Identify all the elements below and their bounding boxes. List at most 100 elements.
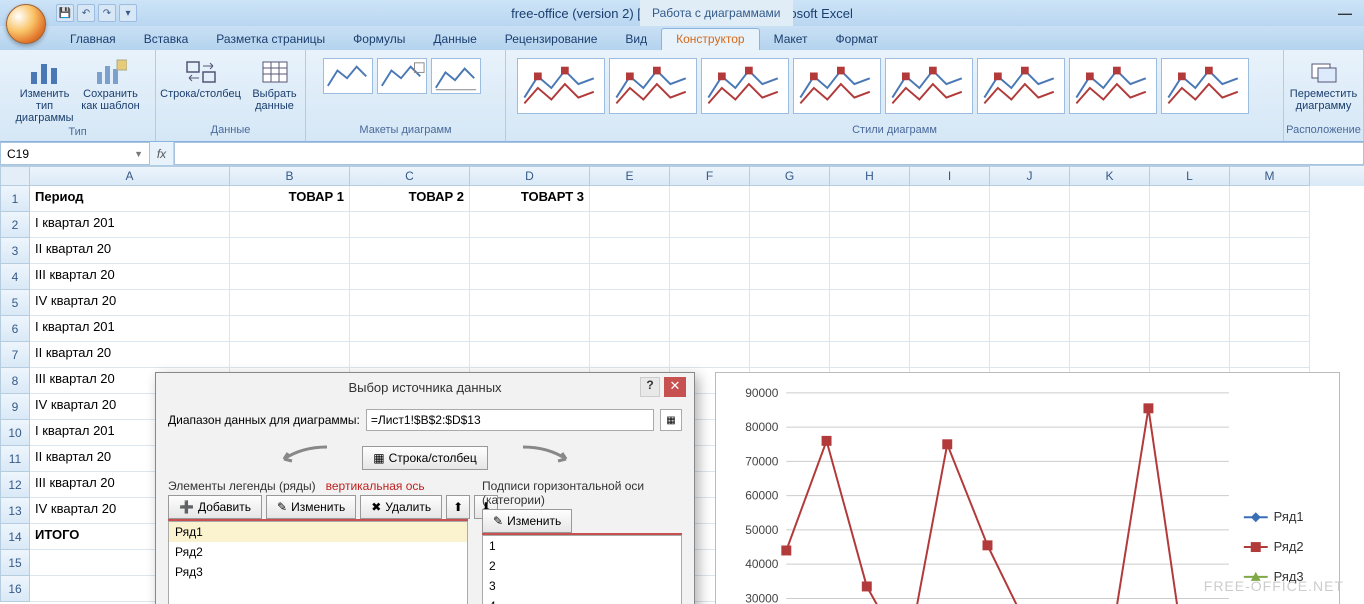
tab-вид[interactable]: Вид: [611, 29, 661, 50]
cell[interactable]: [1150, 342, 1230, 368]
edit-categories-button[interactable]: ✎Изменить: [482, 509, 572, 533]
cell[interactable]: [470, 264, 590, 290]
column-header[interactable]: G: [750, 166, 830, 186]
row-header[interactable]: 2: [0, 212, 30, 238]
categories-listbox[interactable]: 12345: [482, 535, 682, 604]
cell[interactable]: [1070, 316, 1150, 342]
cell[interactable]: [1070, 212, 1150, 238]
cell[interactable]: [1150, 290, 1230, 316]
move-chart-button[interactable]: Переместить диаграмму: [1289, 56, 1359, 112]
cell[interactable]: [670, 316, 750, 342]
cell[interactable]: [470, 316, 590, 342]
cell[interactable]: [230, 290, 350, 316]
list-item[interactable]: Ряд3: [169, 562, 467, 582]
cell[interactable]: [1070, 186, 1150, 212]
cell[interactable]: [590, 212, 670, 238]
cell[interactable]: [990, 316, 1070, 342]
column-header[interactable]: H: [830, 166, 910, 186]
cell[interactable]: ТОВАРТ 3: [470, 186, 590, 212]
cell[interactable]: [470, 342, 590, 368]
qat-save-icon[interactable]: 💾: [56, 4, 74, 22]
list-item[interactable]: 2: [483, 556, 681, 576]
layout-thumb[interactable]: [323, 58, 373, 94]
chart-data-range-input[interactable]: [366, 409, 654, 431]
cell[interactable]: II квартал 20: [30, 342, 230, 368]
change-chart-type-button[interactable]: Изменить тип диаграммы: [14, 56, 76, 124]
name-box[interactable]: C19▼: [0, 142, 150, 165]
column-header[interactable]: D: [470, 166, 590, 186]
cell[interactable]: [990, 290, 1070, 316]
cell[interactable]: [1070, 264, 1150, 290]
list-item[interactable]: 3: [483, 576, 681, 596]
cell[interactable]: [910, 186, 990, 212]
tab-формулы[interactable]: Формулы: [339, 29, 419, 50]
cell[interactable]: [910, 264, 990, 290]
cell[interactable]: [590, 238, 670, 264]
office-button[interactable]: [6, 4, 46, 44]
cell[interactable]: [230, 212, 350, 238]
cell[interactable]: II квартал 20: [30, 238, 230, 264]
cell[interactable]: [470, 290, 590, 316]
style-thumb[interactable]: [885, 58, 973, 114]
tab-макет[interactable]: Макет: [760, 29, 822, 50]
cell[interactable]: [750, 264, 830, 290]
column-header[interactable]: L: [1150, 166, 1230, 186]
cell[interactable]: ТОВАР 2: [350, 186, 470, 212]
style-thumb[interactable]: [701, 58, 789, 114]
cell[interactable]: [1150, 316, 1230, 342]
tab-вставка[interactable]: Вставка: [130, 29, 203, 50]
fx-icon[interactable]: fx: [150, 142, 174, 165]
cell[interactable]: [910, 238, 990, 264]
move-up-button[interactable]: ⬆: [446, 495, 470, 519]
column-header[interactable]: F: [670, 166, 750, 186]
list-item[interactable]: Ряд1: [169, 522, 467, 542]
row-header[interactable]: 6: [0, 316, 30, 342]
cell[interactable]: [230, 264, 350, 290]
edit-series-button[interactable]: ✎Изменить: [266, 495, 356, 519]
qat-undo-icon[interactable]: ↶: [77, 4, 95, 22]
cell[interactable]: [1070, 290, 1150, 316]
dialog-help-button[interactable]: ?: [640, 377, 660, 397]
row-header[interactable]: 1: [0, 186, 30, 212]
cell[interactable]: [830, 316, 910, 342]
cell[interactable]: IV квартал 20: [30, 290, 230, 316]
cell[interactable]: [830, 342, 910, 368]
cell[interactable]: [1230, 342, 1310, 368]
cell[interactable]: [910, 290, 990, 316]
row-header[interactable]: 12: [0, 472, 30, 498]
tab-разметка страницы[interactable]: Разметка страницы: [202, 29, 339, 50]
tab-данные[interactable]: Данные: [419, 29, 490, 50]
add-series-button[interactable]: ➕Добавить: [168, 495, 262, 519]
cell[interactable]: [910, 212, 990, 238]
cell[interactable]: [1070, 238, 1150, 264]
cell[interactable]: I квартал 201: [30, 316, 230, 342]
cell[interactable]: [670, 238, 750, 264]
cell[interactable]: I квартал 201: [30, 212, 230, 238]
column-header[interactable]: E: [590, 166, 670, 186]
layout-thumb[interactable]: [377, 58, 427, 94]
row-header[interactable]: 11: [0, 446, 30, 472]
list-item[interactable]: 1: [483, 536, 681, 556]
formula-input[interactable]: [174, 142, 1364, 165]
cell[interactable]: [830, 186, 910, 212]
row-header[interactable]: 7: [0, 342, 30, 368]
cell[interactable]: [230, 342, 350, 368]
cell[interactable]: [990, 238, 1070, 264]
cell[interactable]: [990, 186, 1070, 212]
list-item[interactable]: Ряд2: [169, 542, 467, 562]
cell[interactable]: [750, 316, 830, 342]
cell[interactable]: [750, 212, 830, 238]
style-thumb[interactable]: [609, 58, 697, 114]
style-thumb[interactable]: [1161, 58, 1249, 114]
cell[interactable]: [670, 290, 750, 316]
select-all-corner[interactable]: [0, 166, 30, 186]
cell[interactable]: [1150, 264, 1230, 290]
row-header[interactable]: 9: [0, 394, 30, 420]
tab-главная[interactable]: Главная: [56, 29, 130, 50]
cell[interactable]: [910, 342, 990, 368]
row-header[interactable]: 3: [0, 238, 30, 264]
cell[interactable]: [910, 316, 990, 342]
cell[interactable]: III квартал 20: [30, 264, 230, 290]
cell[interactable]: [750, 290, 830, 316]
cell[interactable]: [1150, 238, 1230, 264]
